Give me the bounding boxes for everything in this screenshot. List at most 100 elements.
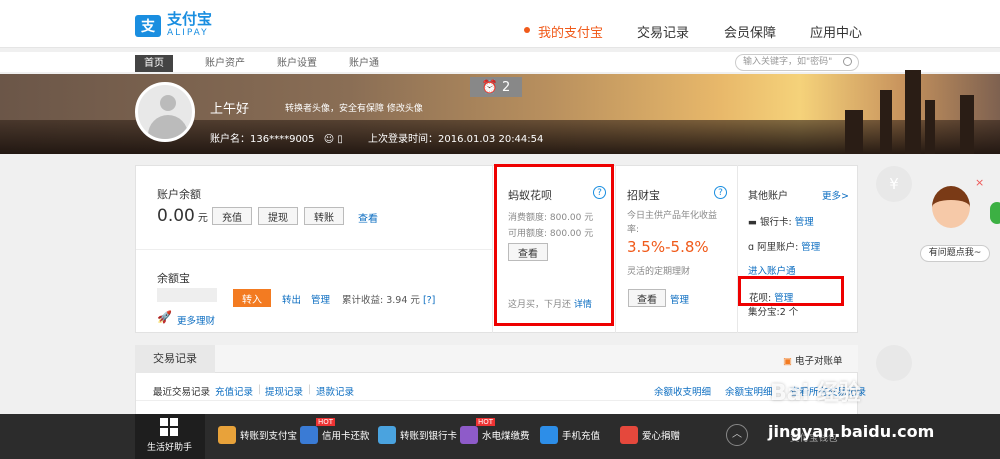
transfer-to-alipay-item[interactable]: 转账到支付宝	[218, 426, 297, 444]
withdraw-button[interactable]: 提现	[258, 207, 298, 225]
avatar-body-icon	[148, 115, 188, 139]
skyline-tower	[925, 100, 935, 154]
statement-link[interactable]: ▣ 电子对账单	[783, 353, 843, 367]
baidu-watermark: Bai 经验	[770, 381, 861, 406]
avatar[interactable]	[135, 82, 195, 142]
transactions-header	[135, 345, 858, 373]
balance-detail-link[interactable]: 余额收支明细	[654, 384, 711, 398]
huabei-available: 可用额度: 800.00 元	[508, 229, 594, 239]
tab-account-link[interactable]: 账户通	[340, 55, 388, 72]
huabei-spend-limit: 消费额度: 800.00 元	[508, 213, 594, 223]
enter-account-link[interactable]: 进入账户通	[748, 263, 796, 277]
profit-help-link[interactable]: [?]	[423, 295, 435, 306]
phone-icon	[540, 426, 558, 444]
search-icon[interactable]	[843, 57, 852, 66]
identity-icon[interactable]: ☺ ▯	[324, 134, 343, 145]
alipay-logo-icon: 支	[135, 15, 161, 37]
huabei-manage-link[interactable]: 管理	[774, 293, 793, 304]
account-info: 账户名：136****9005 ☺ ▯ 上次登录时间：2016.01.03 20…	[210, 130, 543, 145]
divider	[136, 249, 492, 250]
ali-account-row: ɑ 阿里账户: 管理	[748, 242, 821, 253]
donation-item[interactable]: 爱心捐赠	[620, 426, 680, 444]
hot-badge: HOT	[476, 418, 496, 426]
nav-my-alipay[interactable]: 我的支付宝	[538, 22, 603, 41]
huabei-row: 花呗: 管理	[749, 293, 794, 304]
ali-account-icon: ɑ	[748, 242, 755, 253]
heart-icon	[620, 426, 638, 444]
avatar-hint[interactable]: 转换者头像，安全有保障 修改头像	[285, 101, 423, 114]
bank-transfer-icon	[378, 426, 396, 444]
nav-app-center[interactable]: 应用中心	[810, 22, 862, 41]
huabei-help-icon[interactable]: ?	[593, 186, 606, 199]
assistant-mascot[interactable]	[925, 180, 977, 240]
recharge-records-link[interactable]: 充值记录	[215, 384, 253, 398]
chevron-up-icon[interactable]: ︿	[726, 424, 748, 446]
mobile-recharge-item[interactable]: 手机充值	[540, 426, 600, 444]
alipay-logo[interactable]: 支 支付宝 ALIPAY	[135, 12, 212, 40]
grid-icon	[160, 418, 178, 436]
tab-home[interactable]: 首页	[135, 55, 173, 72]
watermark-url: jingyan.baidu.com	[768, 422, 935, 441]
balance-amount: 0.00 元	[157, 206, 208, 226]
statement-icon: ▣	[783, 356, 792, 367]
search-input[interactable]: 输入关键字，如"密码"	[735, 54, 859, 71]
transfer-to-bank-item[interactable]: 转账到银行卡	[378, 426, 457, 444]
life-helper-label: 生活好助手	[147, 443, 193, 453]
yuebao-amount-masked	[157, 288, 217, 302]
jifenbao-row: 集分宝:2 个	[748, 307, 799, 318]
recharge-button[interactable]: 充值	[212, 207, 252, 225]
credit-card-repay-item[interactable]: HOT 信用卡还款	[300, 418, 370, 444]
rocket-icon: 🚀	[157, 310, 172, 324]
tab-account-assets[interactable]: 账户资产	[196, 55, 254, 72]
zhaocai-title: 招财宝	[627, 189, 660, 202]
skyline-tower	[960, 95, 974, 154]
zhaocai-manage-link[interactable]: 管理	[670, 292, 689, 306]
zhaocai-view-button[interactable]: 查看	[628, 289, 666, 307]
yuebao-title: 余额宝	[157, 272, 190, 285]
others-more-link[interactable]: 更多>	[822, 188, 849, 202]
transfer-out-link[interactable]: 转出	[282, 292, 301, 306]
skyline-tower	[845, 110, 863, 154]
help-bubble[interactable]: 有问题点我~	[920, 245, 990, 262]
refund-records-link[interactable]: 退款记录	[316, 384, 354, 398]
transfer-in-button[interactable]: 转入	[233, 289, 271, 307]
nav-protection[interactable]: 会员保障	[724, 22, 776, 41]
side-scroll-icon[interactable]	[876, 345, 912, 381]
zhaocai-desc: 今日主供产品年化收益率:	[627, 211, 718, 235]
huabei-footer: 这月买，下月还 详情	[508, 300, 592, 310]
tab-transactions[interactable]: 交易记录	[135, 345, 215, 373]
alarm-notification[interactable]: ⏰ 2	[470, 77, 522, 97]
greeting-text: 上午好	[210, 102, 250, 117]
logo-subtext: ALIPAY	[167, 28, 209, 38]
skyline-tower	[905, 70, 921, 154]
transfer-button[interactable]: 转账	[304, 207, 344, 225]
transfer-alipay-icon	[218, 426, 236, 444]
zhaocai-tip: 灵活的定期理财	[627, 267, 691, 277]
divider	[615, 165, 616, 333]
credit-card-icon: HOT	[300, 418, 336, 444]
huabei-title: 蚂蚁花呗	[508, 189, 552, 202]
yuan-icon[interactable]: ¥	[876, 166, 912, 202]
balance-unit: 元	[197, 213, 208, 224]
huabei-details-link[interactable]: 详情	[574, 300, 592, 310]
tab-account-settings[interactable]: 账户设置	[268, 55, 326, 72]
withdraw-records-link[interactable]: 提现记录	[265, 384, 303, 398]
others-title: 其他账户	[748, 191, 788, 202]
yuebao-manage-link[interactable]: 管理	[311, 292, 330, 306]
more-finance-link[interactable]: 更多理财	[177, 313, 215, 327]
huabei-view-button[interactable]: 查看	[508, 243, 548, 261]
nav-transactions[interactable]: 交易记录	[637, 22, 689, 41]
ali-manage-link[interactable]: 管理	[801, 242, 820, 253]
yuebao-detail-link[interactable]: 余额宝明细	[725, 384, 773, 398]
zhaocai-help-icon[interactable]: ?	[714, 186, 727, 199]
balance-view-link[interactable]: 查看	[358, 210, 378, 225]
balance-value: 0.00	[157, 206, 195, 226]
bank-manage-link[interactable]: 管理	[795, 217, 814, 228]
side-badge-icon[interactable]	[990, 202, 1000, 224]
utility-payment-item[interactable]: HOT 水电煤缴费	[460, 418, 530, 444]
skyline-tower	[880, 90, 892, 154]
divider	[737, 165, 738, 333]
close-icon[interactable]: ×	[975, 176, 984, 189]
divider	[492, 165, 493, 333]
mascot-face-icon	[932, 186, 970, 228]
